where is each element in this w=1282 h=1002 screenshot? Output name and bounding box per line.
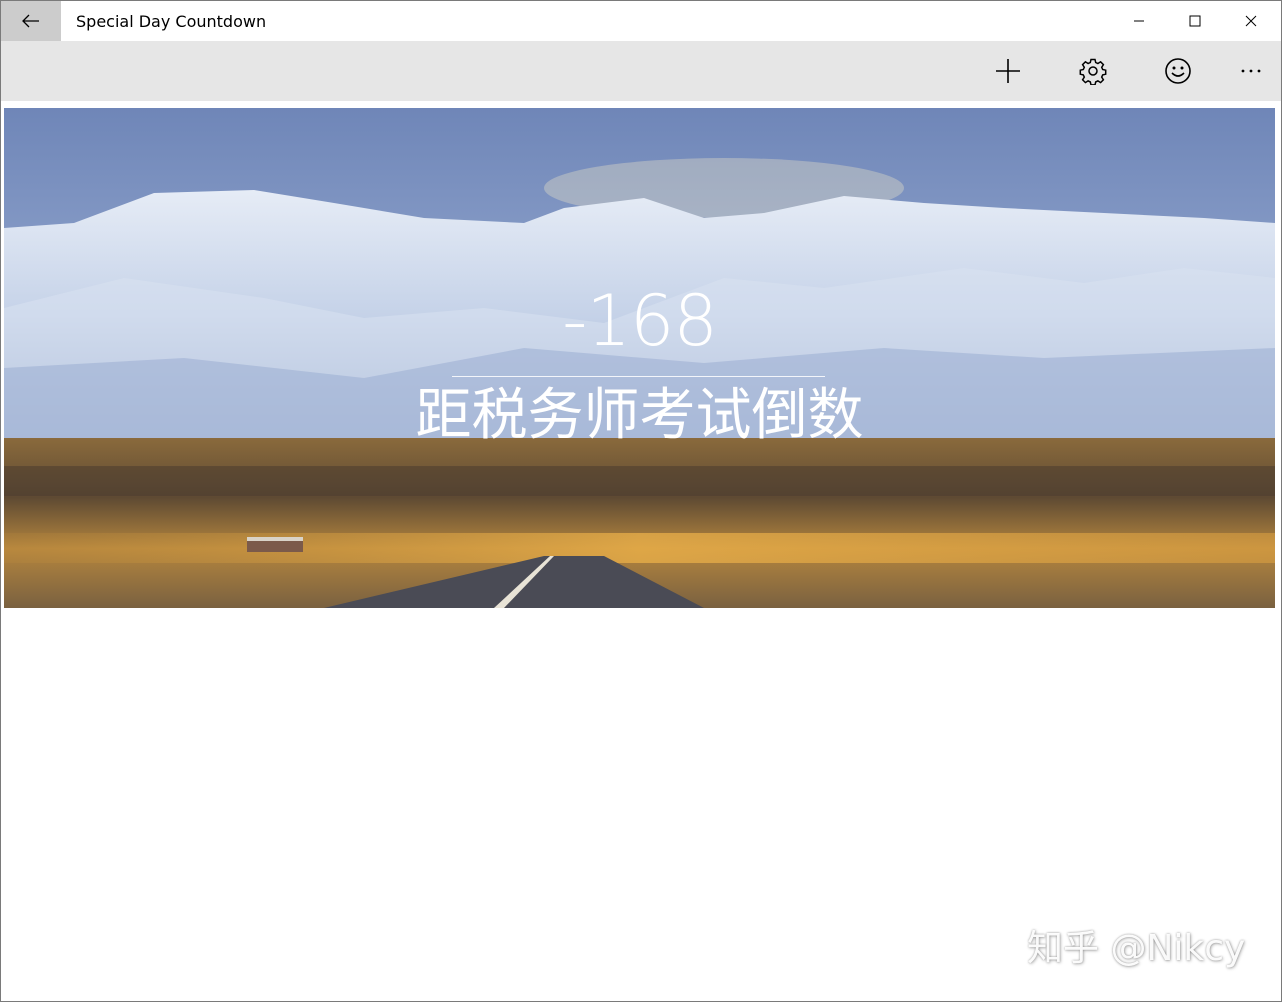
more-button[interactable]: [1216, 41, 1281, 101]
command-bar: [1, 41, 1281, 101]
app-window: Special Day Countdown -168 距税务师考试倒数 知乎 @…: [0, 0, 1282, 1002]
maximize-button[interactable]: [1167, 1, 1223, 41]
back-button[interactable]: [1, 1, 61, 41]
countdown-card[interactable]: -168 距税务师考试倒数: [4, 108, 1275, 608]
close-icon: [1245, 15, 1257, 27]
app-title: Special Day Countdown: [76, 12, 267, 31]
watermark-text: 知乎 @Nikcy: [1027, 928, 1246, 969]
add-icon: [996, 59, 1020, 83]
countdown-event-title: 距税务师考试倒数: [415, 383, 864, 448]
back-arrow-icon: [22, 14, 39, 28]
close-button[interactable]: [1223, 1, 1279, 41]
more-icon: [1241, 69, 1261, 73]
title-bar: Special Day Countdown: [1, 1, 1281, 41]
settings-button[interactable]: [1058, 41, 1128, 101]
add-button[interactable]: [973, 41, 1043, 101]
feedback-button[interactable]: [1143, 41, 1213, 101]
countdown-divider: [452, 376, 825, 377]
minimize-button[interactable]: [1111, 1, 1167, 41]
maximize-icon: [1189, 15, 1201, 27]
minimize-icon: [1134, 20, 1144, 22]
countdown-days-value: -168: [562, 280, 718, 362]
settings-icon: [1079, 58, 1107, 85]
smiley-icon: [1165, 58, 1191, 84]
